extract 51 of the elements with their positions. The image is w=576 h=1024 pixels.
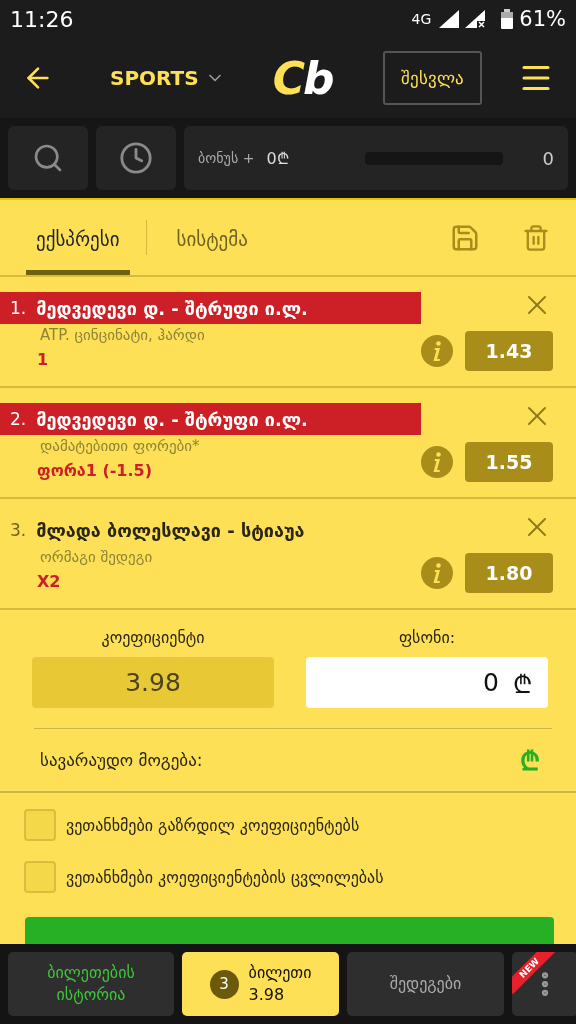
battery-icon — [501, 9, 514, 29]
market-name: ATP. ცინცინატი, ჰარდი — [39, 326, 206, 344]
bottom-nav-tab[interactable]: შედეგები — [347, 952, 504, 1016]
bonus-label: ბონუს + — [198, 150, 255, 166]
network-type: 4G — [411, 11, 432, 27]
stake-label: ფსონი: — [397, 628, 457, 647]
bonus-amount: 0₾ — [266, 148, 289, 169]
ticket-odds: 3.98 — [248, 984, 285, 1006]
history-clock-button[interactable] — [96, 126, 176, 190]
odds-button[interactable]: 1.80 — [465, 553, 553, 593]
total-odds: 3.98 — [32, 657, 274, 708]
search-icon[interactable] — [32, 142, 64, 174]
battery-percent: 61% — [519, 7, 566, 31]
login-button[interactable]: შესვლა — [383, 51, 482, 105]
ticket-count-badge: 3 — [209, 969, 239, 999]
odds-label: კოეფიციენტი — [100, 628, 206, 647]
checkbox[interactable] — [24, 861, 56, 893]
match-title: მედვედევი დ. - შტრუფი ი.ლ. — [36, 408, 308, 430]
odds-button[interactable]: 1.43 — [465, 331, 553, 371]
bet-number: 2. — [10, 409, 27, 429]
bet-number: 3. — [10, 520, 27, 540]
bottom-nav-tab[interactable]: ბილეთების ისტორია — [8, 952, 174, 1016]
checkbox-label: ვეთანხმები გაზრდილ კოეფიციენტებს — [66, 815, 360, 835]
bet-pick: 1 — [36, 350, 50, 369]
logo: Cb — [272, 52, 333, 104]
ticket-label: ბილეთი — [248, 961, 312, 984]
bet-number: 1. — [10, 298, 27, 318]
ticket-tab[interactable]: 3 ბილეთი 3.98 — [182, 952, 339, 1016]
match-title: მლადა ბოლესლავი - სტიაუა — [36, 519, 305, 541]
search-button[interactable] — [8, 126, 88, 190]
trash-icon[interactable] — [522, 223, 550, 252]
market-name: დამატებითი ფორები* — [39, 437, 201, 455]
bet-pick: X2 — [36, 572, 62, 591]
info-icon[interactable] — [421, 446, 453, 478]
checkbox[interactable] — [24, 809, 56, 841]
odds-button[interactable]: 1.55 — [465, 442, 553, 482]
checkbox-label: ვეთანხმები კოეფიციენტების ცვლილებას — [66, 867, 384, 887]
info-icon[interactable] — [421, 557, 453, 589]
clock-time: 11:26 — [10, 6, 74, 32]
bonus-count: 0 — [542, 147, 554, 169]
match-title: მედვედევი დ. - შტრუფი ი.ლ. — [36, 297, 308, 319]
market-name: ორმაგი შედეგი — [39, 548, 154, 566]
stake-field[interactable]: 0 ₾ — [306, 657, 548, 708]
clock-icon[interactable] — [119, 141, 153, 175]
winnings-currency: ₾ — [520, 745, 540, 778]
bet-type-tab[interactable]: სისტემა — [166, 200, 258, 275]
bet-type-tab[interactable]: ექსპრესი — [26, 200, 130, 275]
bet-pick: ფორა1 (-1.5) — [36, 461, 153, 480]
winnings-label: სავარაუდო მოგება: — [40, 750, 203, 770]
sports-dropdown[interactable]: SPORTS — [104, 65, 231, 91]
info-icon[interactable] — [421, 335, 453, 367]
